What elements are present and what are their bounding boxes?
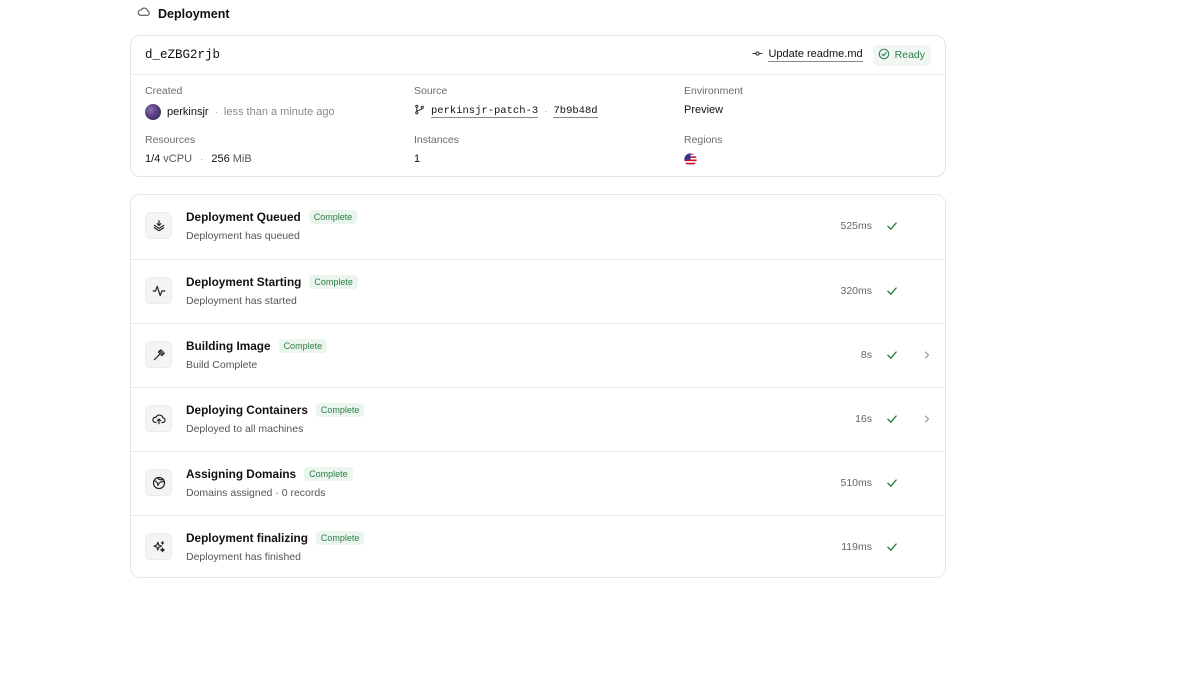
source-label: Source bbox=[414, 85, 448, 97]
step-title: Building Image bbox=[186, 339, 271, 353]
source-commit[interactable]: 7b9b48d bbox=[553, 105, 598, 118]
created-user[interactable]: perkinsjr bbox=[167, 106, 209, 118]
step-description: Deployment has queued bbox=[186, 230, 300, 242]
us-flag-icon bbox=[684, 153, 697, 169]
cloud-upload-icon bbox=[145, 405, 172, 432]
step-deployment-starting: Deployment Starting Complete Deployment … bbox=[131, 259, 945, 323]
check-icon bbox=[885, 348, 899, 367]
status-badge: Ready bbox=[872, 44, 931, 66]
step-description: Deployed to all machines bbox=[186, 423, 304, 435]
created-time: less than a minute ago bbox=[223, 106, 335, 118]
check-icon bbox=[885, 412, 899, 431]
commit-link[interactable]: Update readme.md bbox=[752, 48, 863, 62]
instances-value: 1 bbox=[414, 153, 421, 165]
chevron-right-icon[interactable] bbox=[921, 412, 933, 431]
created-field: Created perkinsjr · less than a minute a… bbox=[145, 85, 335, 120]
check-icon bbox=[885, 219, 899, 238]
separator: · bbox=[200, 153, 204, 165]
step-deployment-queued: Deployment Queued Complete Deployment ha… bbox=[131, 195, 945, 259]
step-duration: 16s bbox=[855, 413, 872, 425]
status-badge: Complete bbox=[309, 275, 358, 289]
step-duration: 320ms bbox=[840, 285, 872, 297]
commit-message[interactable]: Update readme.md bbox=[768, 48, 863, 62]
instances-field: Instances 1 bbox=[414, 134, 459, 165]
regions-field: Regions bbox=[684, 134, 723, 169]
step-title: Deploying Containers bbox=[186, 403, 308, 417]
summary-header: d_eZBG2rjb Update readme.md Ready bbox=[131, 36, 945, 75]
cloud-icon bbox=[137, 5, 150, 23]
step-description: Deployment has finished bbox=[186, 551, 301, 563]
page-header: Deployment bbox=[137, 6, 230, 22]
regions-label: Regions bbox=[684, 134, 723, 146]
check-circle-icon bbox=[878, 48, 890, 63]
environment-value: Preview bbox=[684, 104, 724, 116]
instances-label: Instances bbox=[414, 134, 459, 146]
step-duration: 510ms bbox=[840, 477, 872, 489]
step-assigning-domains: Assigning Domains Complete Domains assig… bbox=[131, 451, 945, 515]
avatar bbox=[145, 104, 161, 120]
step-description: Domains assigned · 0 records bbox=[186, 487, 326, 499]
globe-icon bbox=[145, 469, 172, 496]
step-duration: 119ms bbox=[841, 541, 872, 553]
page-title: Deployment bbox=[158, 7, 230, 21]
environment-field: Environment Preview bbox=[684, 85, 743, 116]
created-label: Created bbox=[145, 85, 183, 97]
chevron-right-icon[interactable] bbox=[921, 348, 933, 367]
queue-icon bbox=[145, 212, 172, 239]
check-icon bbox=[885, 540, 899, 559]
step-deploying-containers[interactable]: Deploying Containers Complete Deployed t… bbox=[131, 387, 945, 451]
hammer-icon bbox=[145, 341, 172, 368]
check-icon bbox=[885, 284, 899, 303]
commit-icon bbox=[752, 48, 764, 62]
step-title: Deployment Starting bbox=[186, 275, 302, 289]
status-text: Ready bbox=[894, 49, 925, 61]
cpu-unit: vCPU bbox=[163, 153, 193, 165]
source-branch[interactable]: perkinsjr-patch-3 bbox=[431, 105, 539, 118]
source-field: Source perkinsjr-patch-3 · 7b9b48d bbox=[414, 85, 598, 118]
git-branch-icon bbox=[414, 104, 425, 118]
step-duration: 525ms bbox=[840, 220, 872, 232]
step-title: Deployment finalizing bbox=[186, 531, 308, 545]
check-icon bbox=[885, 476, 899, 495]
deployment-steps-card: Deployment Queued Complete Deployment ha… bbox=[130, 194, 946, 578]
environment-label: Environment bbox=[684, 85, 743, 97]
step-description: Build Complete bbox=[186, 359, 258, 371]
resources-label: Resources bbox=[145, 134, 196, 146]
deployment-summary-card: d_eZBG2rjb Update readme.md Ready Create… bbox=[130, 35, 946, 177]
status-badge: Complete bbox=[315, 531, 365, 545]
separator: · bbox=[214, 106, 218, 118]
status-badge: Complete bbox=[315, 403, 365, 417]
pulse-icon bbox=[145, 277, 172, 304]
step-building-image[interactable]: Building Image Complete Build Complete 8… bbox=[131, 323, 945, 387]
deployment-id: d_eZBG2rjb bbox=[145, 48, 221, 62]
cpu-value: 1/4 bbox=[145, 153, 161, 165]
sparkles-icon bbox=[145, 533, 172, 560]
status-badge: Complete bbox=[308, 210, 358, 224]
step-title: Assigning Domains bbox=[186, 467, 297, 481]
step-description: Deployment has started bbox=[186, 295, 297, 307]
memory-value: 256 bbox=[211, 153, 230, 165]
status-badge: Complete bbox=[304, 467, 353, 481]
memory-unit: MiB bbox=[232, 153, 252, 165]
step-deployment-finalizing: Deployment finalizing Complete Deploymen… bbox=[131, 515, 945, 579]
resources-field: Resources 1/4 vCPU · 256 MiB bbox=[145, 134, 252, 165]
step-duration: 8s bbox=[860, 349, 872, 361]
status-badge: Complete bbox=[278, 339, 328, 353]
separator: · bbox=[544, 105, 548, 117]
step-title: Deployment Queued bbox=[186, 210, 301, 224]
